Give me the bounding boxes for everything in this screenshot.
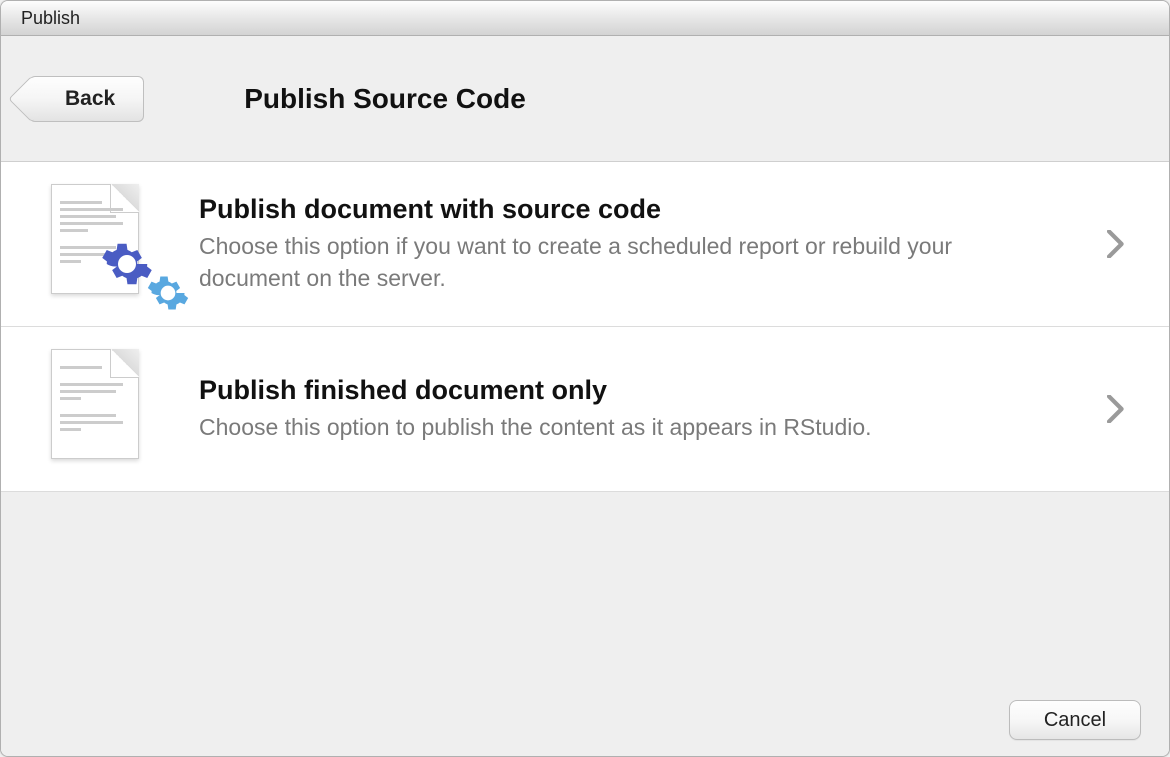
chevron-right-icon <box>1103 395 1129 423</box>
option-publish-finished-only[interactable]: Publish finished document only Choose th… <box>1 327 1169 492</box>
dialog-body-spacer <box>1 492 1169 684</box>
option-text: Publish document with source code Choose… <box>199 194 1055 293</box>
document-gears-icon <box>51 184 151 304</box>
option-text: Publish finished document only Choose th… <box>199 375 1055 443</box>
back-button-label: Back <box>65 87 115 111</box>
dialog-titlebar: Publish <box>1 1 1169 36</box>
cancel-button[interactable]: Cancel <box>1009 700 1141 740</box>
dialog-title: Publish <box>21 8 80 29</box>
option-publish-with-source[interactable]: Publish document with source code Choose… <box>1 162 1169 327</box>
option-title: Publish document with source code <box>199 194 1055 225</box>
document-icon <box>51 349 151 469</box>
option-description: Choose this option to publish the conten… <box>199 412 1055 443</box>
publish-dialog: Publish Back Publish Source Code <box>0 0 1170 757</box>
option-description: Choose this option if you want to create… <box>199 231 1055 293</box>
dialog-footer: Cancel <box>1 684 1169 756</box>
chevron-right-icon <box>1103 230 1129 258</box>
options-list: Publish document with source code Choose… <box>1 162 1169 492</box>
dialog-header: Back Publish Source Code <box>1 36 1169 162</box>
page-title: Publish Source Code <box>244 83 526 115</box>
back-button[interactable]: Back <box>29 76 144 122</box>
gear-small-icon <box>146 271 190 315</box>
option-title: Publish finished document only <box>199 375 1055 406</box>
